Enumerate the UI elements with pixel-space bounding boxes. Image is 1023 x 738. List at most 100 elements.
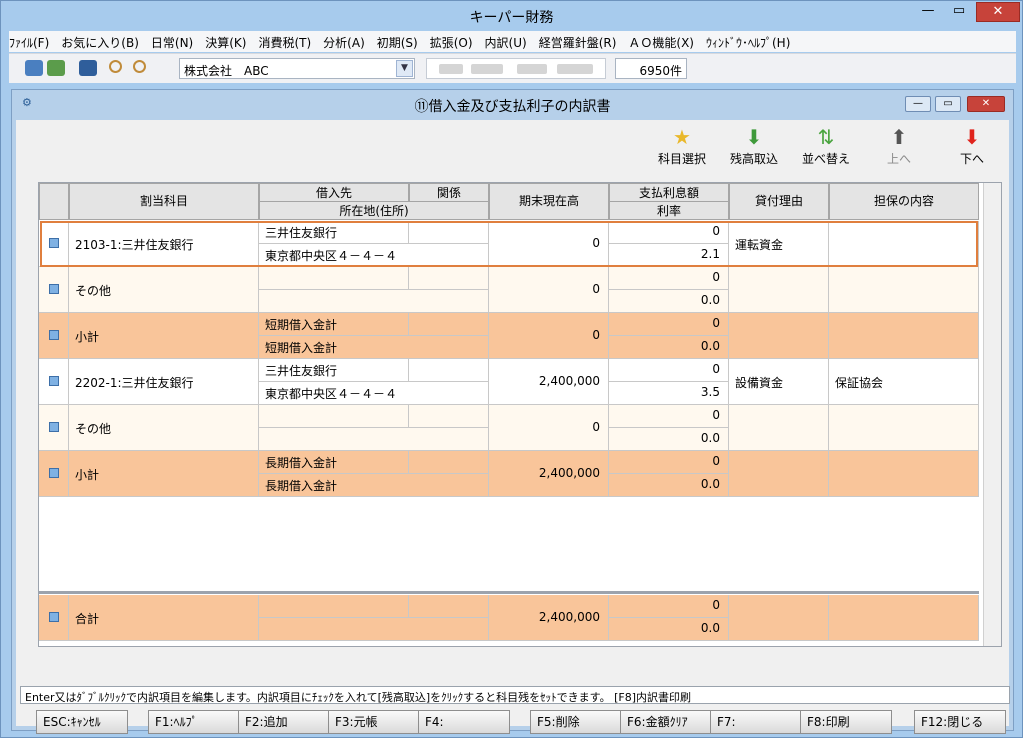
account-cell[interactable]: その他 xyxy=(69,267,259,313)
reason-cell[interactable]: 運転資金 xyxy=(729,221,829,267)
lender-cell[interactable]: 短期借入金計 xyxy=(259,313,409,336)
collateral-cell[interactable] xyxy=(829,595,979,641)
collateral-cell[interactable] xyxy=(829,267,979,313)
fkey-button[interactable]: F1:ﾍﾙﾌﾟ xyxy=(148,710,240,734)
relation-cell[interactable] xyxy=(409,595,489,618)
rate-cell[interactable]: 0.0 xyxy=(609,336,729,359)
relation-cell[interactable] xyxy=(409,221,489,244)
fkey-button[interactable]: F4: xyxy=(418,710,510,734)
inner-minimize-button[interactable]: — xyxy=(905,96,931,112)
fkey-button[interactable]: F7: xyxy=(710,710,802,734)
relation-cell[interactable] xyxy=(409,313,489,336)
tool-sort[interactable]: ⇅ 並べ替え xyxy=(796,126,856,167)
inner-close-button[interactable]: ✕ xyxy=(967,96,1005,112)
menu-item[interactable]: 初期(S) xyxy=(377,31,418,51)
menu-item[interactable]: お気に入り(B) xyxy=(61,31,139,51)
reason-cell[interactable] xyxy=(729,451,829,497)
relation-cell[interactable] xyxy=(409,267,489,290)
menu-item[interactable]: 消費税(T) xyxy=(258,31,311,51)
address-cell[interactable] xyxy=(259,290,489,313)
fkey-button[interactable]: F12:閉じる xyxy=(914,710,1006,734)
minimize-button[interactable]: — xyxy=(915,2,941,22)
account-cell[interactable]: 2103-1:三井住友銀行 xyxy=(69,221,259,267)
zoom-in-icon[interactable] xyxy=(109,60,122,73)
table-row[interactable]: 小計 短期借入金計 短期借入金計 0 0 0.0 xyxy=(39,313,979,359)
address-cell[interactable] xyxy=(259,618,489,641)
fkey-button[interactable]: ESC:ｷｬﾝｾﾙ xyxy=(36,710,128,734)
balance-cell[interactable]: 0 xyxy=(489,313,609,359)
menu-item[interactable]: ﾌｧｲﾙ(F) xyxy=(9,31,49,51)
collateral-cell[interactable]: 保証協会 xyxy=(829,359,979,405)
rate-cell[interactable]: 0.0 xyxy=(609,618,729,641)
company-select[interactable]: 株式会社 ABC ▼ xyxy=(179,58,415,79)
interest-cell[interactable]: 0 xyxy=(609,595,729,618)
relation-cell[interactable] xyxy=(409,405,489,428)
close-button[interactable]: ✕ xyxy=(976,2,1020,22)
balance-cell[interactable]: 0 xyxy=(489,405,609,451)
tool-import-balance[interactable]: ⬇ 残高取込 xyxy=(724,126,784,167)
address-cell[interactable]: 東京都中央区４－４－４ xyxy=(259,382,489,405)
menu-item[interactable]: 拡張(O) xyxy=(430,31,473,51)
menu-item[interactable]: 経営羅針盤(R) xyxy=(539,31,617,51)
chevron-down-icon[interactable]: ▼ xyxy=(396,60,413,77)
balance-cell[interactable]: 0 xyxy=(489,221,609,267)
reason-cell[interactable] xyxy=(729,313,829,359)
image-icon[interactable] xyxy=(79,60,97,76)
account-cell[interactable]: 小計 xyxy=(69,313,259,359)
table-row[interactable]: その他 0 0 0.0 xyxy=(39,405,979,451)
balance-cell[interactable]: 0 xyxy=(489,267,609,313)
fkey-button[interactable]: F8:印刷 xyxy=(800,710,892,734)
reason-cell[interactable] xyxy=(729,595,829,641)
row-checkbox[interactable] xyxy=(49,612,59,622)
interest-cell[interactable]: 0 xyxy=(609,359,729,382)
collateral-cell[interactable] xyxy=(829,405,979,451)
blurred-field[interactable] xyxy=(426,58,606,79)
reason-cell[interactable] xyxy=(729,267,829,313)
balance-cell[interactable]: 2,400,000 xyxy=(489,451,609,497)
collateral-cell[interactable] xyxy=(829,221,979,267)
table-row[interactable]: 2103-1:三井住友銀行 三井住友銀行 東京都中央区４－４－４ 0 0 2.1 運転資金 xyxy=(39,221,979,267)
balance-cell[interactable]: 2,400,000 xyxy=(489,359,609,405)
row-checkbox[interactable] xyxy=(49,284,59,294)
fkey-button[interactable]: F2:追加 xyxy=(238,710,330,734)
lender-cell[interactable]: 三井住友銀行 xyxy=(259,359,409,382)
relation-cell[interactable] xyxy=(409,359,489,382)
menu-item[interactable]: ＡＯ機能(X) xyxy=(628,31,694,51)
open-icon[interactable] xyxy=(25,60,43,76)
lender-cell[interactable] xyxy=(259,595,409,618)
table-row[interactable]: その他 0 0 0.0 xyxy=(39,267,979,313)
address-cell[interactable]: 東京都中央区４－４－４ xyxy=(259,244,489,267)
collateral-cell[interactable] xyxy=(829,313,979,359)
row-checkbox[interactable] xyxy=(49,422,59,432)
lender-cell[interactable]: 三井住友銀行 xyxy=(259,221,409,244)
vertical-scrollbar[interactable] xyxy=(983,183,1001,646)
menu-item[interactable]: 内訳(U) xyxy=(485,31,527,51)
account-cell[interactable]: 小計 xyxy=(69,451,259,497)
table-row[interactable]: 2202-1:三井住友銀行 三井住友銀行 東京都中央区４－４－４ 2,400,000 0… xyxy=(39,359,979,405)
tool-move-down[interactable]: ⬇ 下へ xyxy=(942,126,1002,167)
account-cell[interactable]: その他 xyxy=(69,405,259,451)
menu-item[interactable]: ｳｨﾝﾄﾞｳ･ﾍﾙﾌﾟ(H) xyxy=(706,31,790,51)
menu-item[interactable]: 決算(K) xyxy=(205,31,246,51)
detail-grid[interactable]: 割当科目 借入先 関係 所在地(住所) 期末現在高 支払利息額 利率 貸付理由 … xyxy=(38,182,1002,647)
lender-cell[interactable]: 長期借入金計 xyxy=(259,451,409,474)
interest-cell[interactable]: 0 xyxy=(609,405,729,428)
lender-cell[interactable] xyxy=(259,267,409,290)
refresh-icon[interactable] xyxy=(47,60,65,76)
interest-cell[interactable]: 0 xyxy=(609,267,729,290)
total-row[interactable]: 合計 2,400,000 0 0.0 xyxy=(39,595,979,641)
maximize-button[interactable]: ▭ xyxy=(946,2,972,22)
menu-item[interactable]: 分析(A) xyxy=(323,31,365,51)
interest-cell[interactable]: 0 xyxy=(609,451,729,474)
menu-item[interactable]: 日常(N) xyxy=(151,31,193,51)
reason-cell[interactable]: 設備資金 xyxy=(729,359,829,405)
collateral-cell[interactable] xyxy=(829,451,979,497)
interest-cell[interactable]: 0 xyxy=(609,313,729,336)
row-checkbox[interactable] xyxy=(49,376,59,386)
row-checkbox[interactable] xyxy=(49,468,59,478)
fkey-button[interactable]: F5:削除 xyxy=(530,710,622,734)
fkey-button[interactable]: F3:元帳 xyxy=(328,710,420,734)
rate-cell[interactable]: 3.5 xyxy=(609,382,729,405)
interest-cell[interactable]: 0 xyxy=(609,221,729,244)
tool-select-account[interactable]: ★ 科目選択 xyxy=(652,126,712,167)
